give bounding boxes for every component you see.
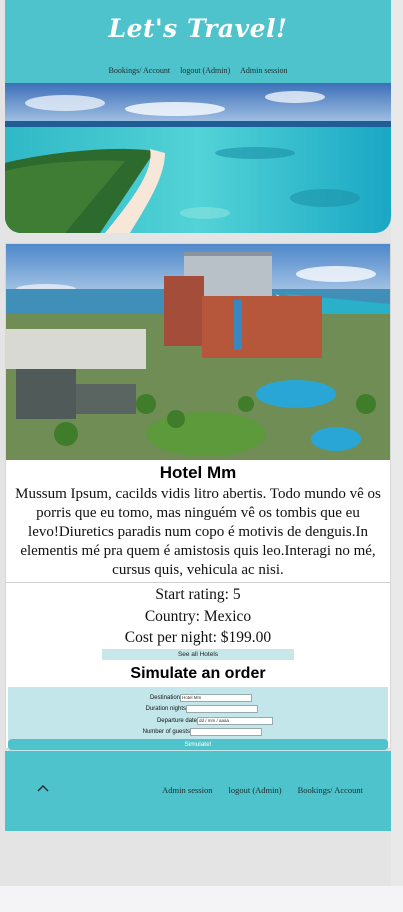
departure-date-field[interactable]: dd / mm / aaaa <box>197 716 273 725</box>
departure-row: Departure date dd / mm / aaaa <box>8 716 273 725</box>
duration-label: Duration nights <box>145 705 186 712</box>
hero-illustration <box>5 83 391 233</box>
footer-nav-logout[interactable]: logout (Admin) <box>228 785 281 795</box>
hotel-description: Mussum Ipsum, cacilds vidis litro aberti… <box>6 485 390 583</box>
simulate-title: Simulate an order <box>130 664 266 682</box>
chevron-up-icon[interactable] <box>37 784 49 792</box>
duration-field[interactable] <box>186 704 258 713</box>
footer-nav-admin-session[interactable]: Admin session <box>162 785 212 795</box>
destination-label: Destination <box>149 694 180 701</box>
site-brand[interactable]: Let's Travel! <box>5 14 391 43</box>
destination-row: Destination Hotel Mm <box>8 693 252 702</box>
footer-nav-bookings-account[interactable]: Bookings/ Account <box>298 785 363 795</box>
nav-admin-session[interactable]: Admin session <box>240 66 287 75</box>
duration-row: Duration nights <box>8 704 258 713</box>
see-all-hotels-button[interactable]: See all Hotels <box>102 648 294 660</box>
guests-row: Number of guests <box>8 727 262 736</box>
page: Let's Travel! Bookings/ Account logout (… <box>5 0 391 831</box>
footer-nav: Admin session logout (Admin) Bookings/ A… <box>162 785 363 795</box>
nav-bookings-account[interactable]: Bookings/ Account <box>109 66 171 75</box>
hotel-cost: Cost per night: $199.00 <box>124 629 272 646</box>
bottom-strip <box>0 886 403 912</box>
hotel-card: Hotel Mm Mussum Ipsum, cacilds vidis lit… <box>5 243 391 755</box>
hotel-rating: Start rating: 5 <box>155 586 241 603</box>
hotel-country: Country: Mexico <box>144 607 252 625</box>
simulate-form: Destination Hotel Mm Duration nights Dep… <box>8 686 388 755</box>
destination-field[interactable]: Hotel Mm <box>180 693 252 702</box>
site-footer: Admin session logout (Admin) Bookings/ A… <box>5 751 391 831</box>
simulate-button[interactable]: Simulate! <box>8 738 388 750</box>
departure-label: Departure date <box>156 717 197 724</box>
guests-field[interactable] <box>190 727 262 736</box>
hotel-photo <box>6 244 390 460</box>
page-scrollbar[interactable] <box>391 0 403 886</box>
nav-logout[interactable]: logout (Admin) <box>180 66 230 75</box>
top-nav: Bookings/ Account logout (Admin) Admin s… <box>5 66 391 75</box>
site-header: Let's Travel! Bookings/ Account logout (… <box>5 0 391 83</box>
hotel-name: Hotel Mm <box>159 463 237 482</box>
guests-label: Number of guests <box>142 728 190 735</box>
hero-beach-image <box>5 83 391 233</box>
